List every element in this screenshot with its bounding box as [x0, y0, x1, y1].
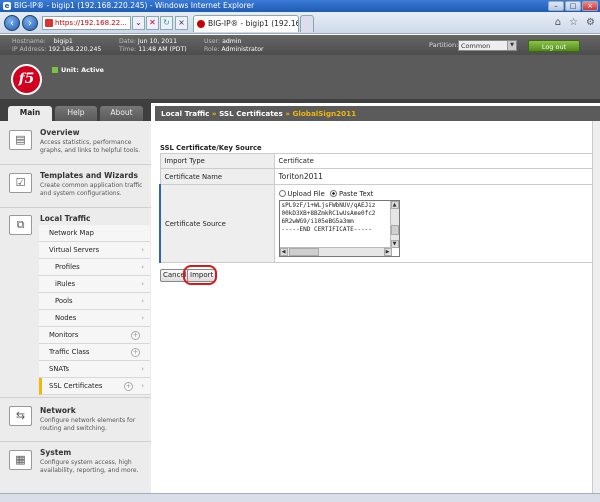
breadcrumb-local-traffic[interactable]: Local Traffic [161, 109, 209, 118]
chevron-right-icon: › [141, 246, 144, 254]
chevron-right-icon: › [141, 314, 144, 322]
cert-error-icon[interactable]: ✕ [146, 16, 159, 30]
sidebar-section-system[interactable]: ▦ System Configure system access, high a… [0, 442, 151, 488]
breadcrumb: Local Traffic » SSL Certificates » Globa… [155, 106, 600, 121]
certificate-textarea[interactable]: sPL9zF/1+WLjsFWbNUV/qAEJiz 00kD3XB+8BZmk… [278, 200, 400, 257]
scroll-left-icon[interactable]: ◀ [279, 248, 288, 256]
templates-icon: ☑ [9, 173, 32, 193]
ie-icon: e [3, 2, 11, 10]
new-tab-button[interactable] [300, 15, 314, 32]
chevron-right-icon: › [141, 280, 144, 288]
sidebar-item-network-map[interactable]: Network Map [39, 225, 150, 242]
settings-gear-icon[interactable]: ⚙ [586, 17, 595, 28]
scroll-thumb[interactable] [390, 225, 399, 235]
browser-right-tools: ⌂ ☆ ⚙ [555, 17, 595, 28]
scroll-up-icon[interactable]: ▲ [390, 201, 399, 209]
tab-main[interactable]: Main [8, 106, 52, 121]
address-bar[interactable]: https://192.168.22... [42, 16, 131, 30]
scroll-h-thumb[interactable] [288, 248, 319, 256]
chevron-right-icon: › [141, 365, 144, 373]
vertical-scrollbar[interactable]: ▲ ▼ [389, 201, 399, 248]
chevron-right-icon: › [141, 263, 144, 271]
partition-label: Partition: [429, 41, 459, 49]
sidebar-item-profiles[interactable]: Profiles › [39, 259, 150, 276]
upload-file-radio[interactable] [278, 190, 286, 197]
chevron-down-icon: ▼ [507, 41, 516, 50]
sidebar-item-monitors[interactable]: Monitors + [39, 327, 150, 344]
tab-about[interactable]: About [100, 106, 143, 121]
back-icon[interactable]: ‹ [4, 15, 20, 31]
import-highlight [183, 265, 217, 285]
add-icon[interactable]: + [131, 348, 140, 357]
browser-tab-bigip[interactable]: BIG-IP® - bigip1 (192.168.2... [193, 15, 299, 32]
cert-name-value: Toriton2011 [273, 168, 593, 185]
partition-select[interactable]: Common ▼ [458, 40, 517, 51]
overview-icon: ▤ [9, 130, 32, 150]
search-dropdown-icon[interactable]: ⌄ [132, 16, 145, 30]
refresh-icon[interactable]: ↻ [160, 16, 173, 30]
paste-text-radio[interactable] [330, 190, 338, 197]
sidebar-section-network[interactable]: ⇆ Network Configure network elements for… [0, 398, 151, 442]
add-icon[interactable]: + [131, 331, 140, 340]
sidebar-item-irules[interactable]: iRules › [39, 276, 150, 293]
sidebar-item-ssl-certificates[interactable]: SSL Certificates + › [39, 378, 150, 395]
breadcrumb-ssl-certificates[interactable]: SSL Certificates [219, 109, 283, 118]
sidebar-item-snats[interactable]: SNATs › [39, 361, 150, 378]
close-button[interactable]: × [582, 1, 598, 11]
cert-form-table: Import Type Certificate Certificate Name… [159, 153, 593, 263]
stop-icon[interactable]: × [175, 16, 188, 30]
sidebar-section-templates[interactable]: ☑ Templates and Wizards Create common ap… [0, 165, 151, 208]
unit-status: Unit: Active [52, 66, 104, 74]
breadcrumb-current: GlobalSign2011 [292, 109, 357, 118]
security-error-icon [45, 19, 53, 27]
active-status-icon [52, 67, 58, 73]
sidebar-item-virtual-servers[interactable]: Virtual Servers › [39, 242, 150, 259]
scroll-down-icon[interactable]: ▼ [390, 240, 399, 248]
window-title-bar: e BIG-IP® - bigip1 (192.168.220.245) - W… [0, 0, 600, 12]
minimize-button[interactable]: – [548, 1, 564, 11]
chevron-right-icon: › [141, 297, 144, 305]
f5-logo: f5 [11, 64, 42, 95]
cert-source-cell: Upload File Paste Text sPL9zF/1+WLjsFWbN… [273, 184, 593, 263]
sidebar-item-nodes[interactable]: Nodes › [39, 310, 150, 327]
maximize-button[interactable]: □ [565, 1, 581, 11]
system-icon: ▦ [9, 450, 32, 470]
forward-icon[interactable]: › [22, 15, 38, 31]
sidebar-item-traffic-class[interactable]: Traffic Class + [39, 344, 150, 361]
home-icon[interactable]: ⌂ [555, 17, 561, 28]
chevron-right-icon: › [141, 382, 144, 390]
page-scrollbar[interactable] [592, 121, 600, 493]
import-type-label: Import Type [159, 153, 275, 169]
logout-button[interactable]: Log out [528, 40, 580, 52]
form-title: SSL Certificate/Key Source [160, 144, 262, 152]
scroll-right-icon[interactable]: ▶ [383, 248, 392, 256]
sidebar-section-overview[interactable]: ▤ Overview Access statistics, performanc… [0, 122, 151, 165]
window-title: BIG-IP® - bigip1 (192.168.220.245) - Win… [14, 1, 255, 10]
window-controls: – □ × [548, 1, 598, 11]
tab-help[interactable]: Help [55, 106, 97, 121]
cert-name-label: Certificate Name [159, 168, 275, 185]
network-icon: ⇆ [9, 406, 32, 426]
import-type-value: Certificate [273, 153, 593, 169]
cert-source-label: Certificate Source [159, 184, 275, 263]
sidebar-item-pools[interactable]: Pools › [39, 293, 150, 310]
local-traffic-icon: ⧉ [9, 215, 32, 235]
status-bar [0, 493, 600, 502]
horizontal-scrollbar[interactable]: ◀ ▶ [279, 247, 392, 256]
f5-favicon [197, 20, 205, 28]
add-icon[interactable]: + [124, 382, 133, 391]
favorites-icon[interactable]: ☆ [569, 17, 578, 28]
local-traffic-title[interactable]: Local Traffic [40, 214, 90, 223]
